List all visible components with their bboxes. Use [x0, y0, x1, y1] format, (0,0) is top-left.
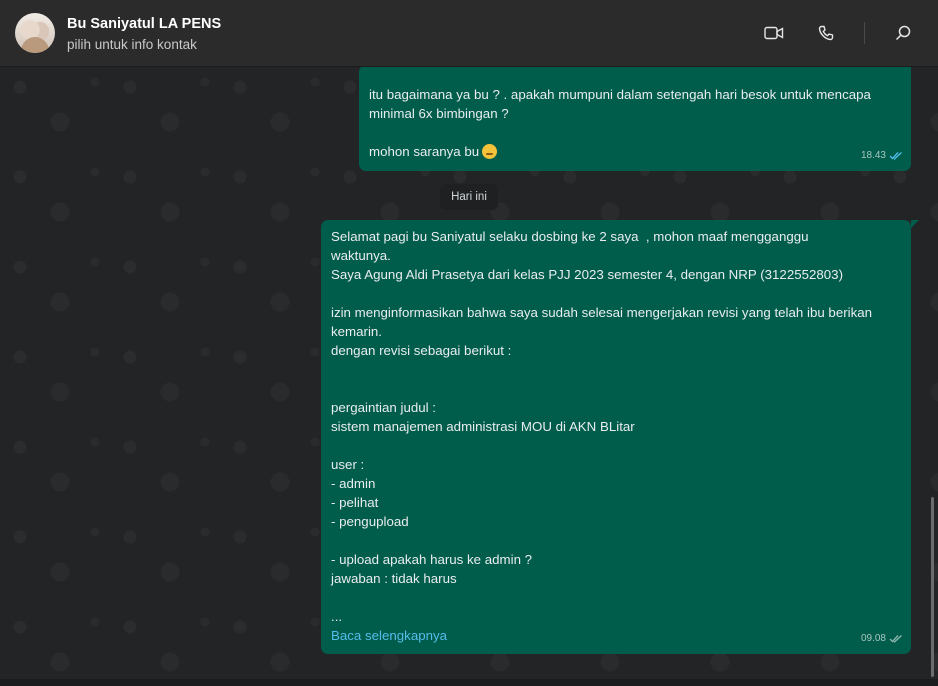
chat-area[interactable]: itu bagaimana ya bu ? . apakah mumpuni d…: [0, 67, 938, 679]
contact-name[interactable]: Bu Saniyatul LA PENS: [67, 16, 221, 32]
message-text: izin menginformasikan bahwa saya sudah s…: [331, 305, 873, 320]
message-text: [331, 531, 899, 550]
date-separator: Hari ini: [440, 184, 498, 210]
message-text: [369, 123, 901, 142]
read-receipt-icon: [889, 635, 902, 643]
bubble-tail: [911, 220, 919, 228]
message-text: [331, 436, 899, 455]
header-divider: [864, 22, 865, 44]
message-text: pergaintian judul :: [331, 400, 436, 415]
message-text: [331, 284, 899, 303]
message-time: 09.08: [860, 633, 886, 644]
message-text-row: mohon saranya bu: [369, 142, 901, 161]
message-bubble-outgoing[interactable]: Selamat pagi bu Saniyatul selaku dosbing…: [321, 220, 911, 654]
composer-edge: [0, 679, 938, 686]
message-text: Saya Agung Aldi Prasetya dari kelas PJJ …: [331, 267, 844, 282]
read-receipt-icon: [889, 152, 902, 160]
message-text: itu bagaimana ya bu ? . apakah mumpuni d…: [369, 87, 871, 102]
message-text: - pengupload: [331, 514, 409, 529]
message-meta: 09.08: [861, 629, 903, 648]
message-text: minimal 6x bimbingan ?: [369, 106, 509, 121]
message-meta: 18.43: [861, 146, 903, 165]
message-text: sistem manajemen administrasi MOU di AKN…: [331, 419, 635, 434]
message-text: Selamat pagi bu Saniyatul selaku dosbing…: [331, 229, 809, 244]
voice-call-icon[interactable]: [814, 21, 838, 45]
message-text: ...: [331, 609, 343, 624]
message-text: dengan revisi sebagai berikut :: [331, 343, 512, 358]
contact-info-hint[interactable]: pilih untuk info kontak: [67, 37, 197, 52]
message-time: 18.43: [860, 150, 886, 161]
message-text: user :: [331, 457, 365, 472]
video-call-icon[interactable]: [762, 21, 786, 45]
message-bubble-outgoing[interactable]: itu bagaimana ya bu ? . apakah mumpuni d…: [359, 67, 911, 171]
message-text: - upload apakah harus ke admin ?: [331, 552, 533, 567]
woozy-face-emoji-icon: [482, 144, 498, 159]
message-text: [331, 379, 899, 398]
message-text: jawaban : tidak harus: [331, 571, 457, 586]
message-text: mohon saranya bu: [369, 144, 480, 159]
message-text: kemarin.: [331, 324, 382, 339]
message-text: - admin: [331, 476, 376, 491]
chat-header: Bu Saniyatul LA PENS pilih untuk info ko…: [0, 0, 938, 67]
read-more-link[interactable]: Baca selengkapnya: [331, 626, 899, 645]
search-icon[interactable]: [891, 21, 915, 45]
chat-scrollbar[interactable]: [931, 497, 934, 677]
message-text: - pelihat: [331, 495, 379, 510]
message-text: [331, 360, 899, 379]
message-text: waktunya.: [331, 248, 391, 263]
message-text: [331, 588, 899, 607]
contact-avatar[interactable]: [15, 13, 55, 53]
